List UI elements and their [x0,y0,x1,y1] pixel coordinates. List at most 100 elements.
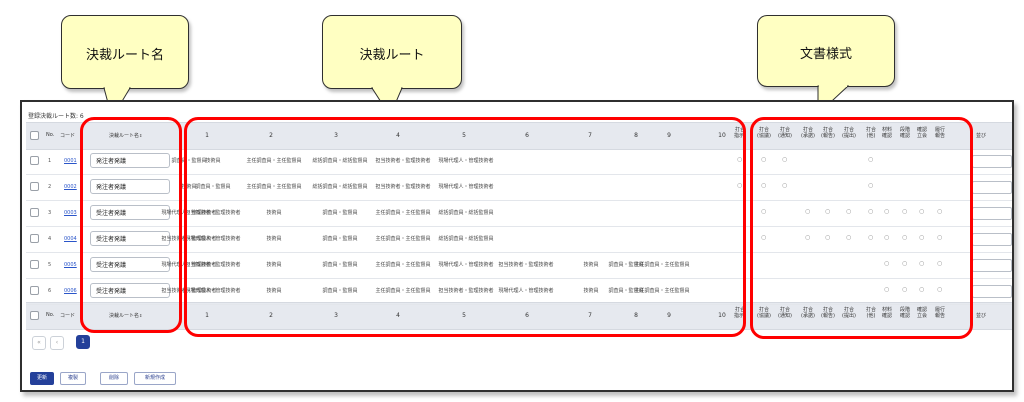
route-step-1: 技術員 [181,184,197,190]
row-code-link[interactable]: 0003 [64,210,77,216]
sort-order-input[interactable] [972,155,1012,168]
sort-order-input[interactable] [972,181,1012,194]
doc-check-mark: ○ [902,208,908,215]
header-top-route-col-4: 4 [396,132,400,139]
row-code-link[interactable]: 0004 [64,236,77,242]
route-count-label: 登録決裁ルート数: 6 [28,113,84,120]
route-step-5: 担当技術者・監理技術者 [375,158,431,164]
doc-check-mark: ○ [919,286,925,293]
header-top-doc-col-6-line-2: (提出) [842,133,856,140]
annotated-screenshot: 決裁ルート名 決裁ルート 文書様式 登録決裁ルート数: 6 No. コード 決裁ルー… [0,0,1024,402]
row-code-link[interactable]: 0002 [64,184,77,190]
header-top-doc-col-2: 打合 (協議) [754,127,774,140]
route-step-5: 担当技術者・監理技術者 [375,184,431,190]
header-top-doc-col-11-line-2: 報告 [934,133,945,140]
route-step-6: 現場代理人・管理技術者 [438,158,494,164]
header-bottom-select-all-checkbox[interactable] [30,311,39,320]
header-bottom-route-name[interactable]: 決裁ルート名⇕ [109,312,142,319]
header-top-doc-col-5: 打合 (報告) [818,127,838,140]
header-top-route-col-10: 10 [718,132,726,139]
route-step-2: 現場代理人・管理技術者 [185,288,241,294]
header-bottom-sort[interactable]: 並び [976,312,986,319]
route-step-2: 現場代理人・管理技術者 [185,236,241,242]
route-step-3: 技術員 [266,236,282,242]
row-code-link[interactable]: 0006 [64,288,77,294]
route-step-7: 現場代理人・管理技術者 [498,288,554,294]
doc-check-mark: ○ [846,208,852,215]
route-name-input[interactable]: 受注者発議 [90,231,170,246]
route-step-4: 調査員・監督員 [322,288,358,294]
sort-order-input[interactable] [972,259,1012,272]
row-checkbox[interactable] [30,260,39,269]
route-name-input[interactable]: 受注者発議 [90,283,170,298]
doc-check-mark: ○ [884,286,890,293]
header-top-doc-col-10-line-2: 立会 [916,133,927,140]
row-checkbox[interactable] [30,156,39,165]
row-checkbox[interactable] [30,234,39,243]
header-top-doc-col-4-line-2: (承諾) [801,133,815,140]
header-bottom-doc-col-10-line-2: 立会 [916,313,927,320]
route-name-input[interactable]: 発注者発議 [90,153,170,168]
route-step-4: 調査員・監督員 [322,210,358,216]
doc-check-mark: ○ [884,208,890,215]
pagination-page-1[interactable]: 1 [76,335,90,349]
doc-check-mark: ○ [919,234,925,241]
doc-check-mark: ○ [737,156,743,163]
route-step-7: 担当技術者・監理技術者 [498,262,554,268]
doc-check-mark: ○ [884,234,890,241]
row-separator [26,252,1012,253]
header-bottom-doc-col-1: 打合 指示) [730,307,750,320]
header-top-doc-col-3-line-2: (通知) [778,133,792,140]
header-bottom-doc-col-2-line-2: (協議) [757,313,771,320]
header-top-route-name[interactable]: 決裁ルート名⇕ [109,132,142,139]
header-bottom-doc-col-6: 打合 (提出) [839,307,859,320]
header-bottom-route-col-4: 4 [396,312,400,319]
header-top-no: No. [46,132,55,138]
row-checkbox[interactable] [30,182,39,191]
row-code-link[interactable]: 0005 [64,262,77,268]
doc-check-mark: ○ [805,208,811,215]
header-top-doc-col-10: 確認 立会 [912,127,932,140]
header-bottom-route-col-5: 5 [462,312,466,319]
pagination-first[interactable]: « [32,336,46,350]
row-checkbox[interactable] [30,286,39,295]
route-name-input[interactable]: 受注者発議 [90,257,170,272]
header-bottom-route-col-8: 8 [634,312,638,319]
doc-check-mark: ○ [937,260,943,267]
header-top-route-name-label: 決裁ルート名 [109,133,140,139]
sort-order-input[interactable] [972,285,1012,298]
sort-order-input[interactable] [972,233,1012,246]
row-number: 3 [48,210,52,216]
header-bottom-route-col-3: 3 [334,312,338,319]
row-code-link[interactable]: 0001 [64,158,77,164]
doc-check-mark: ○ [782,182,788,189]
route-step-4: 総括調査員・総括監督員 [312,184,368,190]
header-bottom-doc-col-8-line-2: 確認 [881,313,892,320]
header-bottom-route-col-6: 6 [525,312,529,319]
doc-check-mark: ○ [782,156,788,163]
doc-check-mark: ○ [919,208,925,215]
doc-check-mark: ○ [868,208,874,215]
route-name-input[interactable]: 発注者発議 [90,179,170,194]
header-top-select-all-checkbox[interactable] [30,131,39,140]
route-step-5: 主任調査員・主任監督員 [375,262,431,268]
delete-button[interactable]: 削除 [100,372,128,385]
create-button[interactable]: 新規作成 [134,372,176,385]
header-bottom-doc-col-1-line-2: 指示) [734,313,746,320]
doc-check-mark: ○ [902,286,908,293]
sort-order-input[interactable] [972,207,1012,220]
route-step-6: 現場代理人・管理技術者 [438,184,494,190]
doc-check-mark: ○ [737,182,743,189]
header-bottom-route-col-1: 1 [205,312,209,319]
copy-button[interactable]: 複製 [60,372,86,385]
row-checkbox[interactable] [30,208,39,217]
route-step-3: 主任調査員・主任監督員 [246,158,302,164]
header-top-doc-col-6: 打合 (提出) [839,127,859,140]
route-name-input[interactable]: 受注者発議 [90,205,170,220]
pagination-prev[interactable]: ‹ [50,336,64,350]
update-button[interactable]: 更新 [30,372,54,385]
header-top-sort[interactable]: 並び [976,132,986,139]
doc-check-mark: ○ [937,286,943,293]
route-step-2: 担当技術者・監理技術者 [185,210,241,216]
header-bottom-route-col-7: 7 [588,312,592,319]
